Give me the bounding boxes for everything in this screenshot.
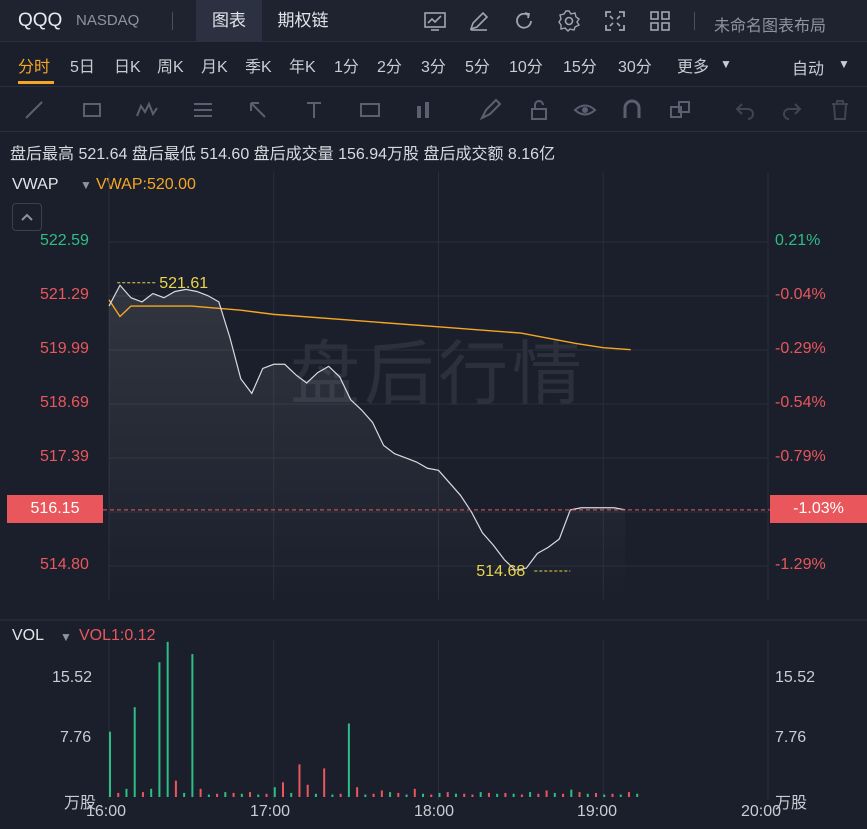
volume-bar — [273, 787, 276, 797]
volume-bar — [191, 654, 194, 797]
volume-bar — [141, 792, 144, 797]
current-price-tag: 516.15 — [7, 495, 103, 523]
volume-bar — [249, 792, 252, 797]
volume-bar — [463, 793, 466, 797]
volume-bar — [380, 790, 383, 797]
volume-bar — [479, 792, 482, 797]
volume-bar — [603, 794, 606, 797]
volume-bar — [553, 792, 556, 797]
volume-bar — [405, 794, 408, 797]
volume-bar — [339, 793, 342, 797]
volume-bar — [356, 787, 359, 797]
volume-bar — [232, 792, 235, 797]
volume-bar — [512, 793, 515, 797]
volume-bar — [166, 641, 169, 797]
x-axis-label: 16:00 — [86, 803, 127, 820]
volume-bar — [257, 794, 260, 797]
volume-bar — [314, 793, 317, 797]
volume-bar — [174, 780, 177, 797]
volume-bar — [586, 793, 589, 797]
volume-bar — [290, 792, 293, 797]
volume-bar — [364, 794, 367, 797]
volume-bar — [347, 723, 350, 797]
volume-bar — [207, 794, 210, 797]
volume-bar — [562, 793, 565, 797]
volume-bar — [397, 792, 400, 797]
indicator-name-vol[interactable]: VOL — [12, 627, 44, 645]
volume-bars — [109, 641, 639, 797]
x-axis-label: 17:00 — [250, 803, 291, 820]
volume-bar — [504, 792, 507, 797]
volume-bar — [389, 792, 392, 797]
volume-bar — [496, 793, 499, 797]
volume-bar — [281, 782, 284, 797]
current-pct-tag: -1.03% — [770, 495, 867, 523]
volume-bar — [224, 792, 227, 797]
volume-bar — [158, 662, 161, 797]
volume-bar — [133, 707, 136, 797]
price-chart[interactable]: 521.61 514.68 — [0, 0, 867, 829]
volume-bar — [298, 764, 301, 797]
volume-bar — [265, 793, 268, 797]
vol-axis-label: 7.76 — [775, 729, 807, 746]
volume-bar — [150, 788, 153, 797]
volume-bar — [529, 792, 532, 797]
volume-bar — [430, 794, 433, 797]
high-price-label: 521.61 — [159, 275, 208, 292]
volume-bar — [372, 793, 375, 797]
volume-bar — [520, 794, 523, 797]
x-axis-label: 20:00 — [741, 803, 782, 820]
vol-axis-label: 15.52 — [775, 669, 816, 686]
volume-bar — [183, 792, 186, 797]
high-marker: 521.61 — [117, 275, 208, 292]
volume-bar — [487, 792, 490, 797]
volume-bar — [636, 793, 639, 797]
x-axis-label: 18:00 — [414, 803, 455, 820]
volume-bar — [595, 792, 598, 797]
volume-bar — [570, 789, 573, 797]
volume-bar — [240, 793, 243, 797]
volume-bar — [471, 794, 474, 797]
volume-bar — [413, 788, 416, 797]
volume-bar — [117, 792, 120, 797]
volume-bar — [446, 792, 449, 797]
volume-bar — [323, 768, 326, 797]
vol-axis-label: 15.52 — [52, 669, 93, 686]
volume-bar — [611, 793, 614, 797]
volume-bar — [578, 792, 581, 797]
volume-bar — [438, 792, 441, 797]
volume-bar — [331, 794, 334, 797]
volume-bar — [422, 793, 425, 797]
volume-bar — [199, 788, 202, 797]
low-price-label: 514.68 — [476, 563, 525, 580]
indicator-value-vol: VOL1:0.12 — [79, 627, 156, 644]
volume-bar — [537, 793, 540, 797]
volume-bar — [306, 784, 309, 797]
volume-bar — [627, 792, 630, 797]
volume-bar — [216, 793, 219, 797]
volume-bar — [619, 794, 622, 797]
chevron-down-icon[interactable]: ▼ — [60, 630, 72, 644]
price-area-fill — [109, 285, 626, 600]
volume-bar — [125, 788, 128, 797]
x-axis-label: 19:00 — [577, 803, 618, 820]
volume-bar — [109, 731, 111, 797]
vol-axis-label: 7.76 — [60, 729, 92, 746]
volume-bar — [454, 793, 457, 797]
volume-bar — [545, 790, 548, 797]
